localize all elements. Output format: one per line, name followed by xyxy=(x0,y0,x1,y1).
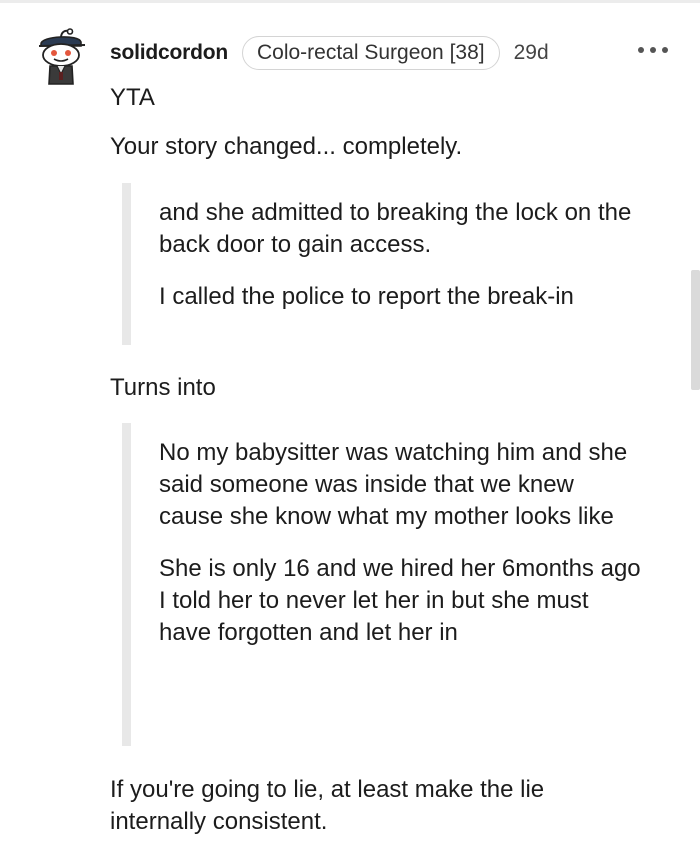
timestamp[interactable]: 29d xyxy=(514,41,549,65)
quote-line: and she admitted to breaking the lock on… xyxy=(159,199,632,258)
comment-header: solidcordon Colo-rectal Surgeon [38] 29d xyxy=(110,36,549,70)
intro-text: Your story changed... completely. xyxy=(110,133,463,160)
closing-text: If you're going to lie, at least make th… xyxy=(110,776,545,835)
blockquote-changed: No my babysitter was watching him and sh… xyxy=(122,423,642,746)
more-options-icon xyxy=(638,47,644,53)
more-options-dot xyxy=(662,47,668,53)
quote-line: No my babysitter was watching him and sh… xyxy=(159,439,628,530)
user-avatar[interactable] xyxy=(35,28,91,88)
username-link[interactable]: solidcordon xyxy=(110,41,228,65)
scrollbar-thumb[interactable] xyxy=(691,270,700,390)
more-options-dot xyxy=(650,47,656,53)
snoo-avatar-icon xyxy=(38,28,86,85)
user-flair: Colo-rectal Surgeon [38] xyxy=(241,36,500,70)
quote-line: She is only 16 and we hired her 6months … xyxy=(159,555,641,646)
top-divider xyxy=(0,0,700,3)
blockquote-original: and she admitted to breaking the lock on… xyxy=(122,183,662,345)
transition-text: Turns into xyxy=(110,374,216,401)
quote-line: I called the police to report the break-… xyxy=(159,283,574,310)
more-options-button[interactable] xyxy=(638,44,668,56)
verdict-text: YTA xyxy=(110,84,155,111)
